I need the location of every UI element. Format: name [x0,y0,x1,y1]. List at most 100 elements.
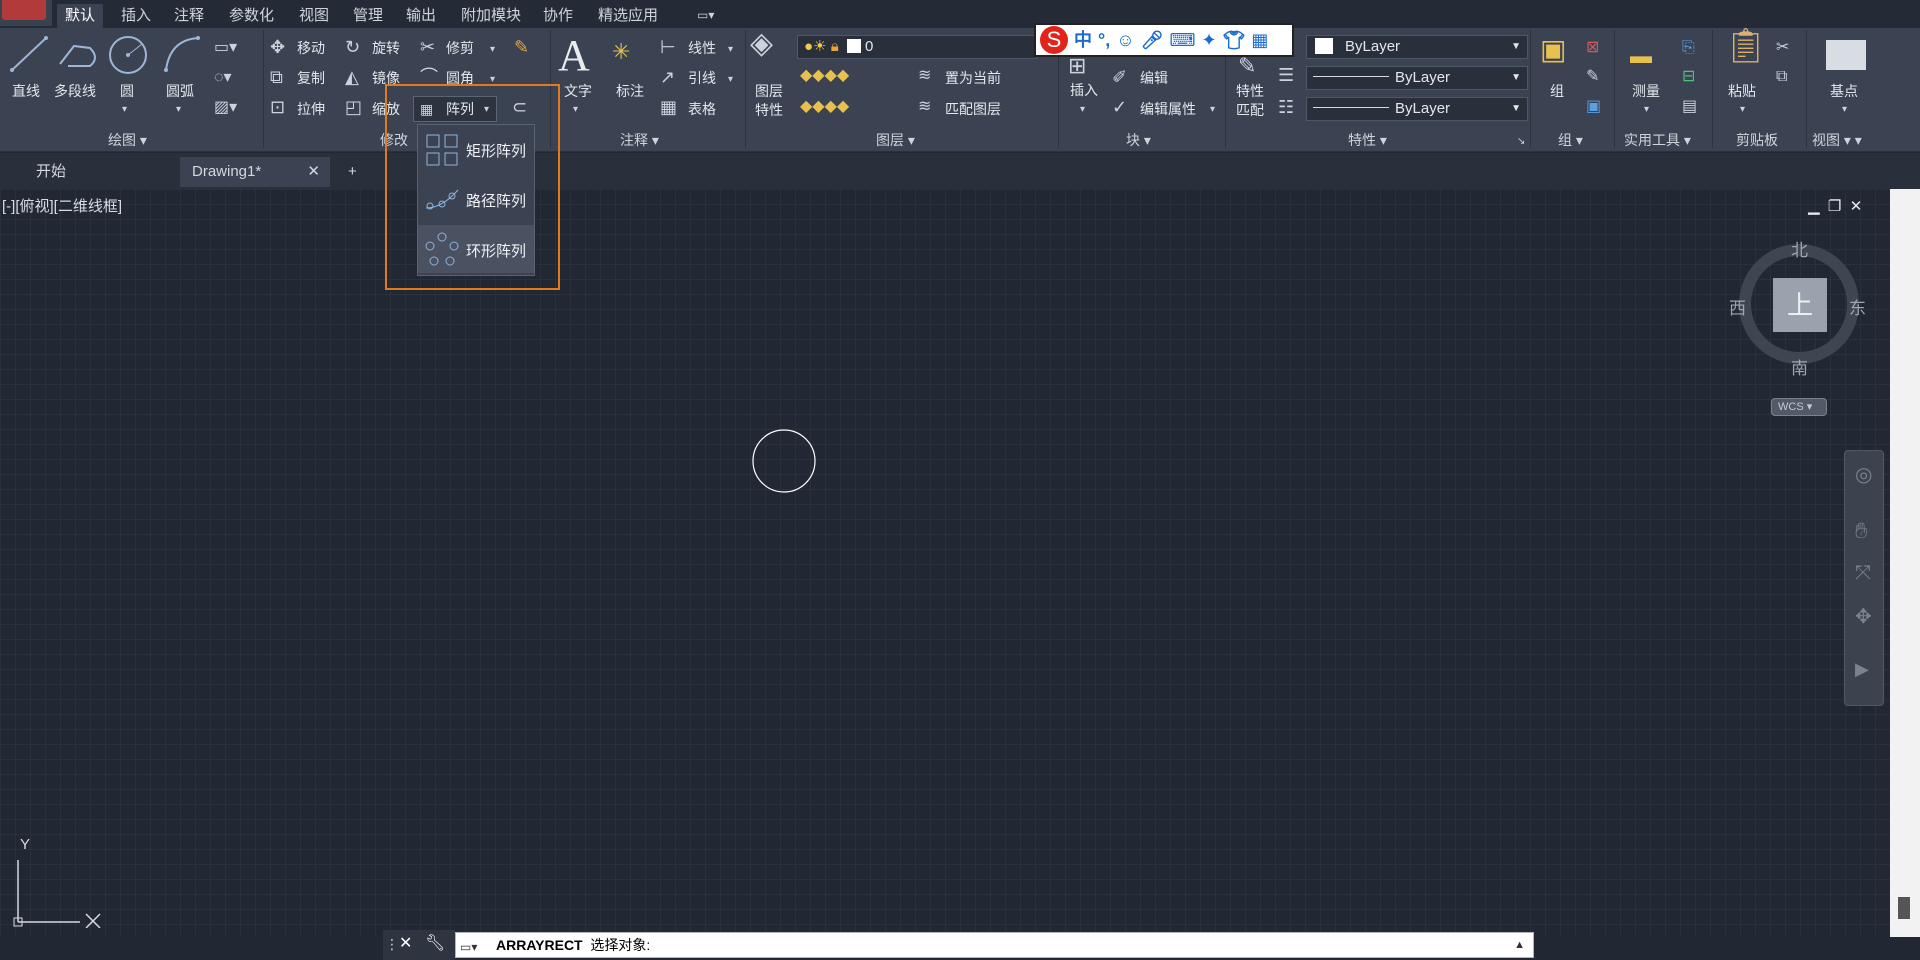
stretch-label[interactable]: 拉伸 [297,100,325,118]
view-panel-title[interactable]: 视图 ▾ ▾ [1812,130,1862,150]
chevron-down-icon[interactable]: ▾ [490,40,495,60]
compass-west[interactable]: 西 [1729,294,1746,319]
insert-label[interactable]: 插入 [1070,81,1098,99]
viewport-controls-label[interactable]: [-][俯视][二维线框] [2,195,122,216]
linetype-dropdown[interactable]: ByLayer ▼ [1306,66,1528,90]
move-label[interactable]: 移动 [297,39,325,57]
customize-wrench-icon[interactable]: 🔧︎ [425,934,445,954]
chevron-down-icon[interactable]: ▾ [728,70,733,90]
properties-panel-title[interactable]: 特性 ▾ [1348,130,1387,150]
viewcube-top-face[interactable]: 上 [1773,278,1827,332]
close-icon[interactable]: ✕ [399,934,412,954]
measure-icon[interactable]: ▬ [1630,45,1652,67]
tab-parametric[interactable]: 参数化 [221,4,282,28]
linear-label[interactable]: 线性 [688,39,716,57]
chevron-down-icon[interactable]: ▾ [1740,100,1745,120]
group-label[interactable]: 组 [1550,82,1564,100]
group-icon[interactable]: ▣ [1540,36,1566,64]
tab-drawing1[interactable]: Drawing1* ✕ [180,157,330,187]
tab-output[interactable]: 输出 [398,4,444,28]
table-icon[interactable]: ▦ [660,97,677,117]
edit-attributes-icon[interactable]: ✓ [1112,97,1127,117]
trim-label[interactable]: 修剪 [446,39,474,57]
panel-launcher-icon[interactable]: ↘ [1517,132,1525,152]
ime-punctuation[interactable]: °, [1098,25,1110,55]
tab-home[interactable]: 默认 [57,4,104,28]
groups-panel-title[interactable]: 组 ▾ [1558,130,1583,150]
trim-icon[interactable]: ✂ [420,37,435,57]
match-properties-label-2[interactable]: 匹配 [1236,101,1264,119]
arc-icon[interactable] [160,34,204,74]
circle-label[interactable]: 圆 [120,82,134,100]
close-icon[interactable]: ✕ [307,157,320,187]
polyline-icon[interactable] [56,34,102,74]
base-label[interactable]: 基点 [1830,82,1858,100]
new-tab-button[interactable]: + [340,157,372,187]
wcs-menu[interactable]: WCS ▾ [1771,398,1827,416]
match-properties-icon[interactable]: ✎ [1238,55,1256,77]
skin-icon[interactable]: 👕︎ [1223,25,1246,55]
chevron-down-icon[interactable]: ▾ [573,100,578,120]
tab-start[interactable]: 开始 [24,157,176,187]
cut-icon[interactable]: ✂ [1776,38,1789,58]
lineweight-dropdown[interactable]: ByLayer ▼ [1306,97,1528,121]
dimension-label[interactable]: 标注 [616,82,644,100]
layer-properties-label-1[interactable]: 图层 [755,82,783,100]
erase-icon[interactable]: ✎ [514,37,529,57]
viewcube[interactable]: 上 北 南 西 东 [1729,240,1866,380]
polyline-label[interactable]: 多段线 [54,82,96,100]
rotate-label[interactable]: 旋转 [372,39,400,57]
paste-label[interactable]: 粘贴 [1728,82,1756,100]
move-icon[interactable]: ✥ [270,37,285,57]
tab-view[interactable]: 视图 [291,4,337,28]
make-current-label[interactable]: 置为当前 [945,69,1001,87]
rotate-icon[interactable]: ↻ [345,37,360,57]
hatch-icon[interactable]: ▨▾ [214,98,237,118]
ime-language[interactable]: 中 [1074,25,1092,55]
zoom-extents-icon[interactable]: ⤧ [1855,563,1871,583]
ime-toolbar[interactable]: S 中 °, ☺ 🎤︎ ⌨ ✦ 👕︎ ▦ [1034,23,1294,57]
copy-icon[interactable]: ⧉ [270,67,283,87]
tab-featured-apps[interactable]: 精选应用 [590,4,666,28]
tab-collaborate[interactable]: 协作 [535,4,581,28]
text-label[interactable]: 文字 [564,82,592,100]
emoji-icon[interactable]: ☺ [1116,25,1134,55]
copy-label[interactable]: 复制 [297,69,325,87]
minimize-icon[interactable]: ▁ [1808,198,1820,215]
layer-properties-icon[interactable]: ◈ [750,29,773,59]
ellipse-icon[interactable]: ◌▾ [214,68,232,88]
command-input[interactable]: ▭▾ ARRAYRECT 选择对象: ▲ [455,932,1534,958]
chevron-down-icon[interactable]: ▾ [1210,100,1215,120]
dimension-icon[interactable]: ✳ [612,41,630,63]
keyboard-icon[interactable]: ⌨ [1169,25,1195,55]
microphone-icon[interactable]: 🎤︎ [1141,25,1164,55]
copy-clip-icon[interactable]: ⧉ [1776,67,1787,87]
tab-annotate[interactable]: 注释 [166,4,212,28]
grid-menu-icon[interactable]: ▦ [1251,25,1268,55]
line-icon[interactable] [8,34,52,74]
arc-label[interactable]: 圆弧 [166,82,194,100]
command-prompt-icon[interactable]: ▭▾ [460,935,477,959]
drawing-canvas[interactable] [0,189,1890,937]
steering-wheel-icon[interactable]: ◎ [1855,465,1872,485]
group-select-icon[interactable]: ▣ [1586,97,1601,117]
close-icon[interactable]: ✕ [1850,198,1863,215]
color-dropdown[interactable]: ByLayer ▼ [1306,35,1528,59]
stretch-icon[interactable]: ⊡ [270,97,285,117]
orbit-icon[interactable]: ✥ [1855,607,1872,627]
match-properties-label-1[interactable]: 特性 [1236,82,1264,100]
compass-east[interactable]: 东 [1849,294,1866,319]
base-view-icon[interactable] [1826,40,1866,70]
group-edit-icon[interactable]: ✎ [1586,67,1599,87]
layer-dropdown[interactable]: ●☀ 🔒︎ 0 [797,35,1037,59]
set-current-icon[interactable]: ≋ [918,66,931,86]
annotation-panel-title[interactable]: 注释 ▾ [620,130,659,150]
compass-south[interactable]: 南 [1791,354,1808,379]
scale-icon[interactable]: ◰ [345,97,362,117]
mirror-icon[interactable]: ◭ [345,67,359,87]
circle-icon[interactable] [106,34,150,76]
insert-block-icon[interactable]: ⊞ [1068,55,1086,77]
layer-tool-icon[interactable]: ◆◆◆◆ [800,66,849,86]
linear-icon[interactable]: ⊢ [660,37,676,57]
draw-panel-title[interactable]: 绘图 ▾ [108,130,147,150]
